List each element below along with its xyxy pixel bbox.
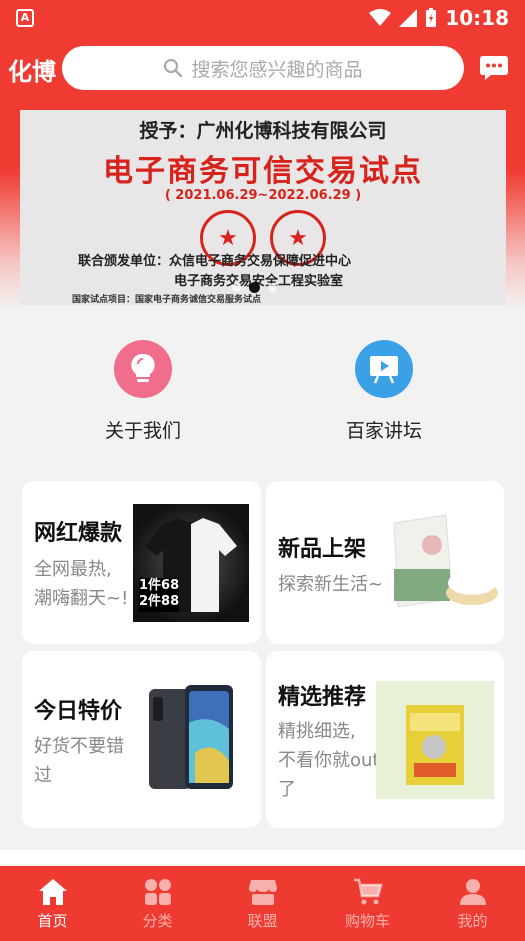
presentation-icon bbox=[355, 340, 413, 398]
brand-logo[interactable]: 化博 bbox=[8, 52, 56, 87]
banner-date-range: ( 2021.06.29~2022.06.29 ) bbox=[164, 188, 362, 203]
lightbulb-icon bbox=[114, 340, 172, 398]
card-title: 新品上架 bbox=[278, 537, 367, 562]
carousel-dot[interactable] bbox=[232, 283, 241, 292]
card-subtitle: 全网最热, 潮嗨翻天~! bbox=[34, 555, 128, 613]
nav-label: 购物车 bbox=[344, 912, 390, 930]
card-subtitle-line: 潮嗨翻天~! bbox=[34, 588, 129, 609]
promo-card-trending[interactable]: 网红爆款 全网最热, 潮嗨翻天~! 1件68 2件88 bbox=[22, 481, 261, 644]
banner-title: 电子商务可信交易试点 bbox=[103, 154, 423, 189]
tshirt-image: 1件68 2件88 bbox=[133, 504, 249, 622]
store-icon bbox=[248, 880, 277, 905]
card-subtitle-line: 精挑细选, bbox=[278, 721, 356, 742]
carousel-dot[interactable] bbox=[268, 283, 277, 292]
status-bar: A 10:18 bbox=[0, 0, 525, 36]
bottom-navigation: 首页 分类 联盟 购物车 我的 bbox=[0, 866, 525, 941]
card-subtitle-line: 全网最热, bbox=[34, 559, 112, 580]
nav-alliance[interactable]: 联盟 bbox=[210, 866, 315, 941]
nav-category[interactable]: 分类 bbox=[105, 866, 210, 941]
card-subtitle-line: 好货不要错 bbox=[34, 736, 124, 757]
status-indicators: 10:18 bbox=[369, 6, 509, 30]
nav-profile[interactable]: 我的 bbox=[420, 866, 525, 941]
cart-icon bbox=[353, 878, 383, 905]
issuer-line-2: 电子商务交易安全工程实验室 bbox=[174, 274, 344, 289]
nav-cart[interactable]: 购物车 bbox=[315, 866, 420, 941]
shortcut-lecture[interactable]: 百家讲坛 bbox=[319, 340, 449, 443]
card-subtitle: 精挑细选, 不看你就out 了 bbox=[278, 717, 379, 804]
card-subtitle-line: 不看你就out bbox=[278, 750, 380, 771]
grid-icon bbox=[144, 879, 171, 905]
banner-carousel[interactable]: 授予：广州化博科技有限公司 电子商务可信交易试点 ( 2021.06.29~20… bbox=[20, 110, 506, 305]
app-header: 化博 搜索您感兴趣的商品 bbox=[0, 42, 525, 94]
card-subtitle: 好货不要错 过 bbox=[34, 732, 124, 790]
promo-card-new-arrivals[interactable]: 新品上架 探索新生活~ bbox=[266, 481, 504, 644]
rice-bag-image bbox=[386, 509, 502, 613]
shortcut-label: 关于我们 bbox=[104, 420, 181, 442]
card-subtitle: 探索新生活~ bbox=[278, 574, 384, 595]
carousel-indicator bbox=[232, 282, 277, 293]
nav-label: 分类 bbox=[142, 912, 173, 930]
status-time: 10:18 bbox=[445, 6, 509, 30]
notification-icon: A bbox=[16, 9, 34, 27]
home-icon bbox=[38, 879, 67, 905]
nav-label: 联盟 bbox=[247, 912, 278, 930]
message-icon[interactable] bbox=[479, 54, 509, 82]
card-subtitle-line: 了 bbox=[278, 779, 296, 800]
banner-note: 国家试点项目：国家电子商务诚信交易服务试点 bbox=[72, 295, 262, 305]
promo-card-featured[interactable]: 精选推荐 精挑细选, 不看你就out 了 bbox=[266, 651, 504, 828]
banner-issuer: 联合颁发单位：众信电子商务交易保障促进中心 电子商务交易安全工程实验室 bbox=[78, 252, 351, 292]
user-icon bbox=[459, 879, 486, 905]
bottom-spacer bbox=[0, 850, 525, 864]
card-subtitle-line: 过 bbox=[34, 765, 52, 786]
banner-recipient: 授予：广州化博科技有限公司 bbox=[139, 120, 387, 142]
phone-image bbox=[147, 683, 239, 793]
price-line: 2件88 bbox=[139, 594, 180, 609]
nav-label: 首页 bbox=[37, 912, 68, 930]
card-title: 今日特价 bbox=[34, 699, 123, 724]
carousel-dot-active[interactable] bbox=[249, 282, 260, 293]
nav-label: 我的 bbox=[457, 912, 488, 930]
card-title: 网红爆款 bbox=[34, 521, 123, 546]
shortcut-about-us[interactable]: 关于我们 bbox=[78, 340, 208, 443]
card-title: 精选推荐 bbox=[278, 685, 367, 710]
price-tag: 1件68 2件88 bbox=[139, 578, 179, 610]
wifi-icon bbox=[369, 9, 392, 26]
shortcut-label: 百家讲坛 bbox=[345, 420, 422, 442]
promo-card-daily-deal[interactable]: 今日特价 好货不要错 过 bbox=[22, 651, 261, 828]
price-line: 1件68 bbox=[139, 578, 180, 593]
search-icon bbox=[164, 58, 183, 78]
search-placeholder: 搜索您感兴趣的商品 bbox=[191, 58, 363, 81]
signal-icon bbox=[399, 9, 418, 27]
cat-litter-image bbox=[376, 681, 494, 799]
issuer-line-1: 联合颁发单位：众信电子商务交易保障促进中心 bbox=[78, 254, 352, 269]
nav-home[interactable]: 首页 bbox=[0, 866, 105, 941]
battery-icon bbox=[426, 8, 437, 27]
search-input[interactable]: 搜索您感兴趣的商品 bbox=[62, 46, 464, 90]
